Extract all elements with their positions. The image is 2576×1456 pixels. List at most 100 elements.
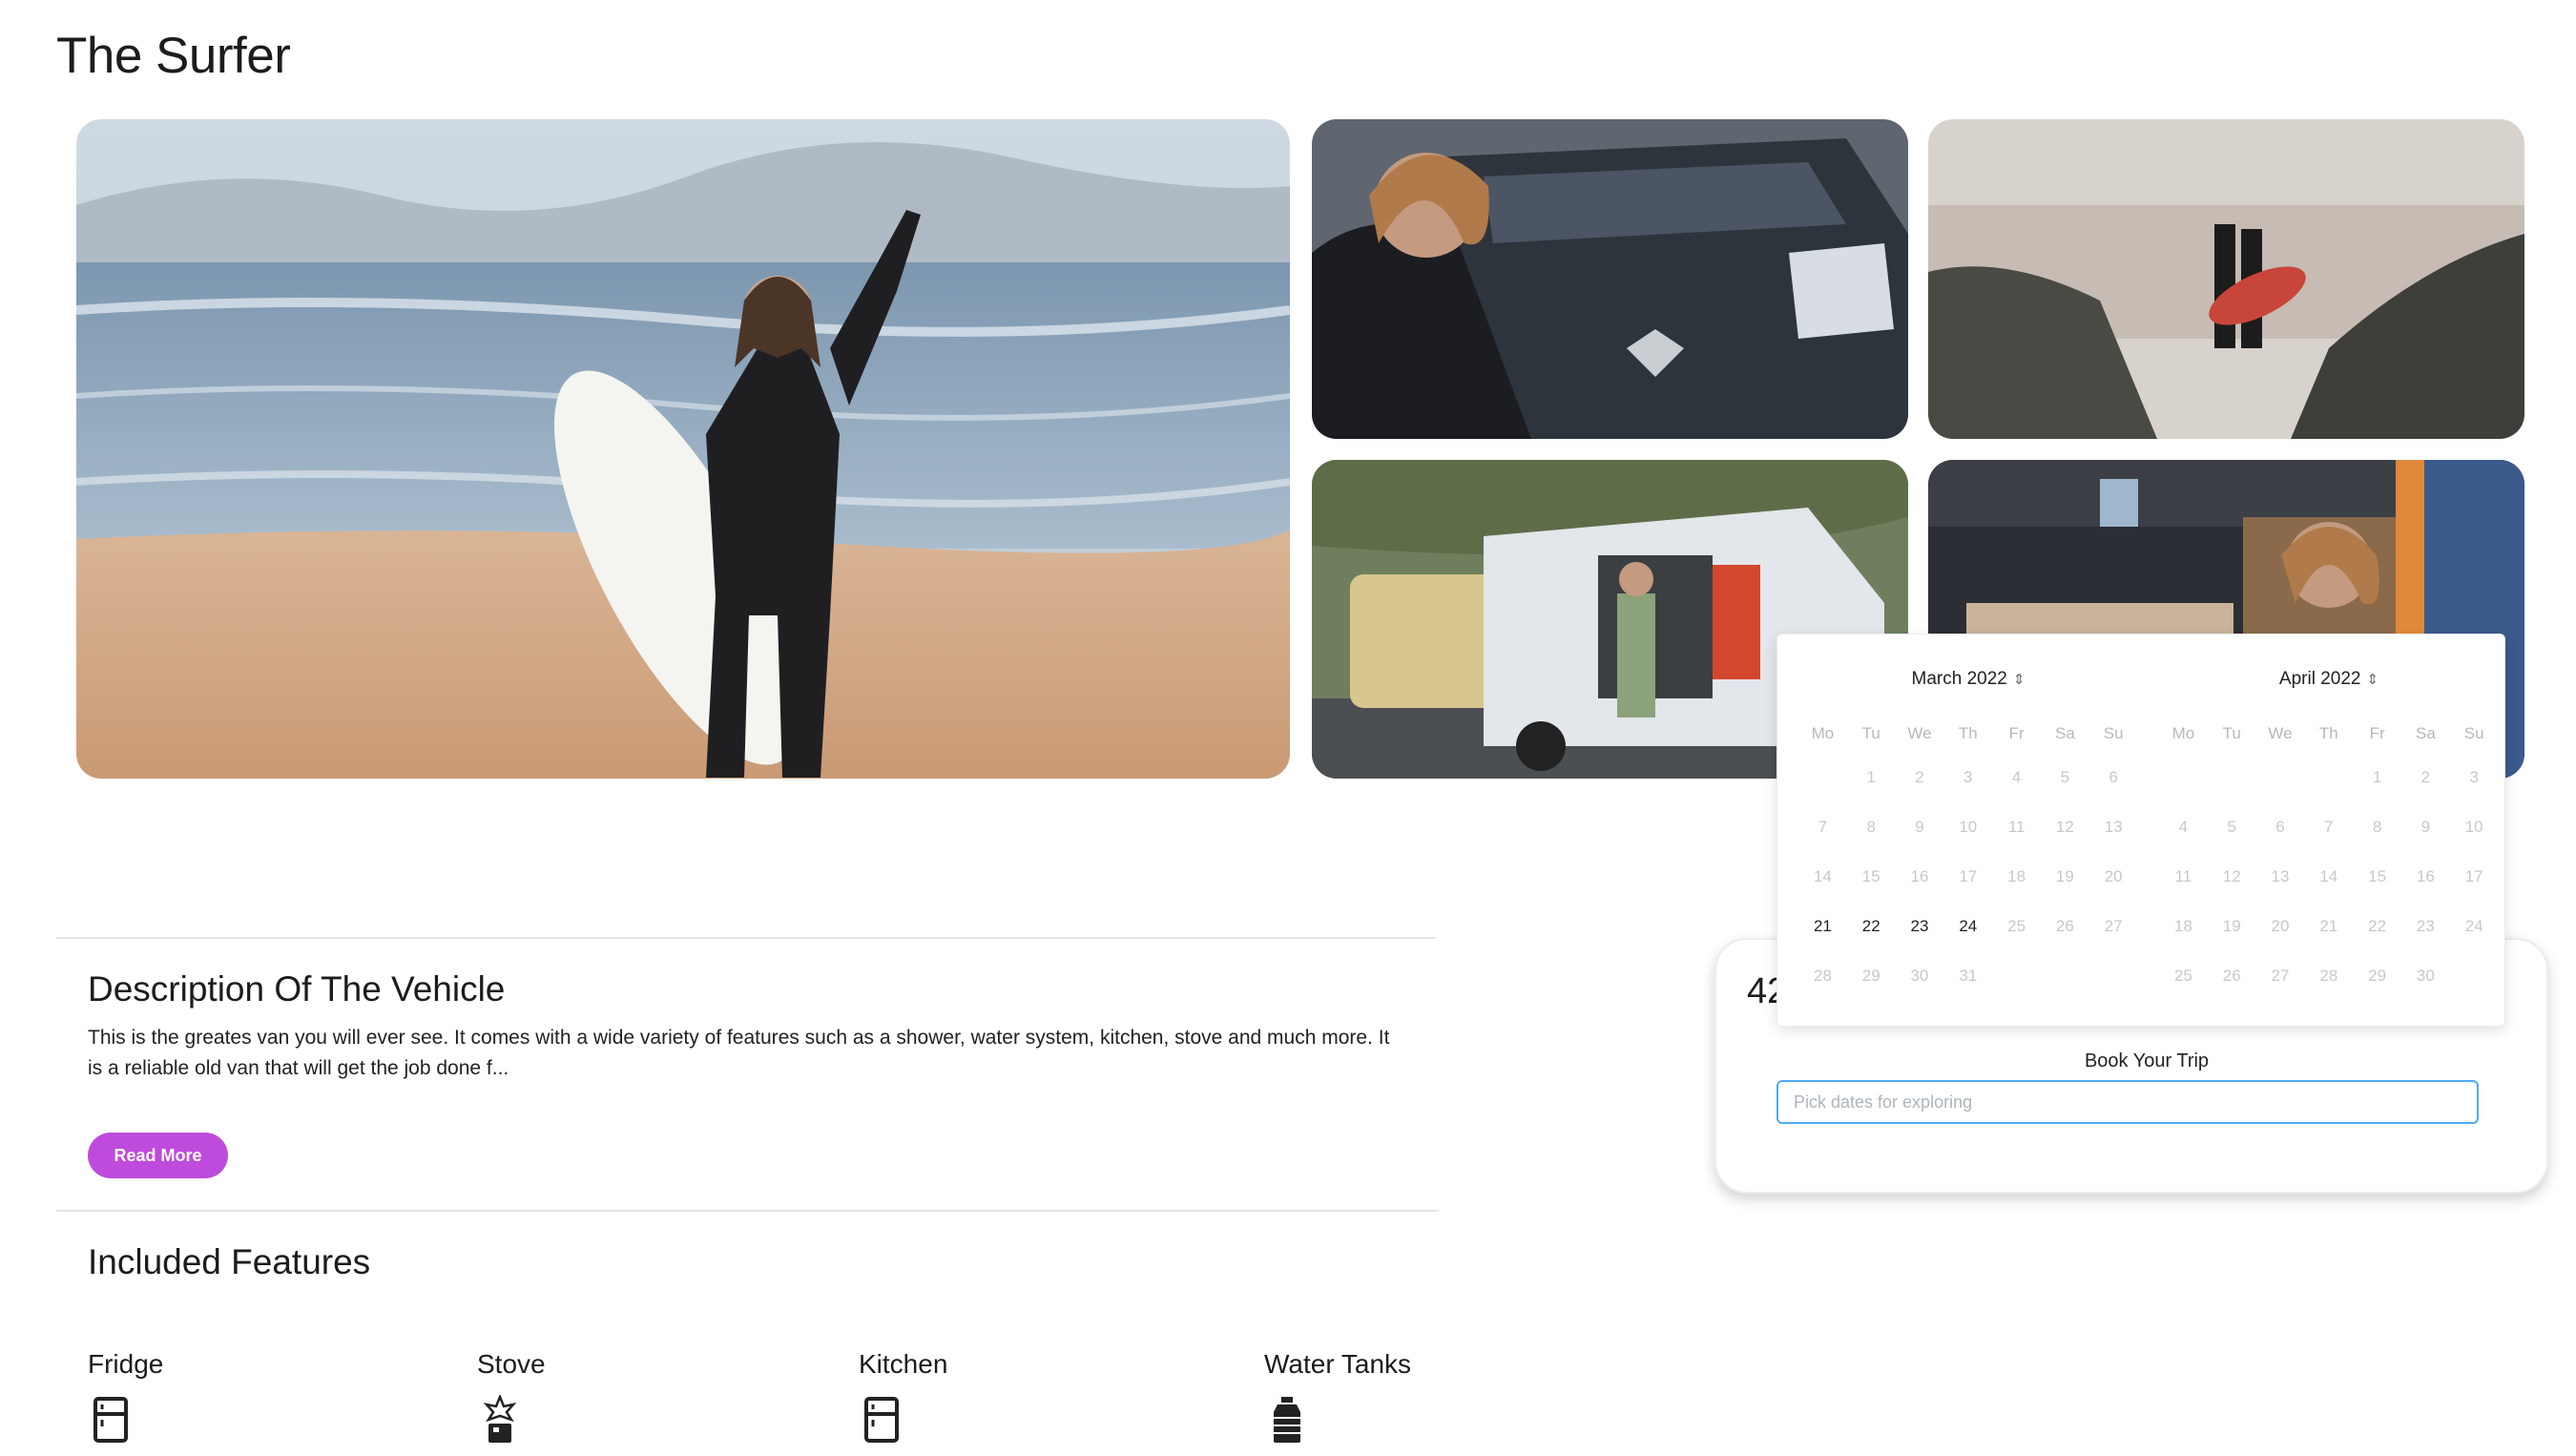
weekday-header-row: Mo Tu We Th Fr Sa Su [1798, 720, 2138, 764]
calendar-empty-cell [2089, 963, 2138, 1012]
calendar-day: 3 [1963, 768, 1973, 786]
surfer-beach-photo[interactable] [76, 119, 1290, 779]
calendar-empty-cell [1798, 764, 1847, 814]
calendar-day: 26 [2222, 967, 2241, 985]
calendar-day: 8 [2372, 818, 2382, 836]
calendar-day: 11 [2174, 867, 2192, 885]
calendar-empty-cell [2159, 764, 2208, 814]
chevron-updown-icon: ⇕ [2012, 672, 2025, 688]
calendar-day: 7 [2324, 818, 2334, 836]
calendar-day: 16 [1910, 867, 1929, 885]
weekday-label: Th [2318, 724, 2338, 742]
calendar-day: 5 [2060, 768, 2070, 786]
calendar-day: 23 [2416, 917, 2435, 935]
calendar-empty-cell [2256, 764, 2305, 814]
calendar-day[interactable]: 22 [1847, 913, 1896, 963]
calendar-day: 5 [2227, 818, 2236, 836]
calendar-day: 6 [2109, 768, 2118, 786]
calendar-day: 18 [2007, 867, 2026, 885]
month-selector[interactable]: April 2022 ⇕ [2159, 669, 2499, 690]
calendar-day[interactable]: 21 [1798, 913, 1847, 963]
weekday-label: Sa [2054, 724, 2075, 742]
calendar-day: 24 [2464, 917, 2483, 935]
calendar-day[interactable]: 23 [1896, 913, 1944, 963]
calendar-day: 29 [1861, 967, 1880, 985]
calendar-day: 2 [1915, 768, 1924, 786]
description-text: This is the greates van you will ever se… [88, 1027, 1390, 1079]
calendar-day: 28 [1813, 967, 1832, 985]
weekday-label: Fr [2008, 724, 2025, 742]
calendar-day: 7 [1818, 818, 1828, 836]
feature-kitchen: Kitchen [859, 1349, 948, 1443]
month-label: March 2022 [1911, 669, 2007, 689]
calendar-empty-cell [2450, 963, 2499, 1012]
calendar-grid: Mo Tu We Th Fr Sa Su 1 2 3 4 5 6 7 8 9 10 11 12 13 14 15 16 17 1… [2159, 720, 2499, 1012]
calendar-week-row: 4 5 6 7 8 9 10 [2159, 814, 2499, 863]
calendar-day: 13 [2271, 867, 2290, 885]
calendar-day: 22 [2368, 917, 2387, 935]
surfer-van-photo[interactable] [1312, 119, 1908, 439]
feature-water-tanks: Water Tanks [1264, 1349, 1412, 1443]
calendar-grid: Mo Tu We Th Fr Sa Su 1 2 3 4 5 6 7 8 9 10 11 12 13 14 15 16 17 1… [1798, 720, 2138, 1012]
calendar-day: 21 [2319, 917, 2338, 935]
section-divider [56, 937, 1436, 939]
calendar-day: 6 [2275, 818, 2285, 836]
calendar-day: 19 [2055, 867, 2074, 885]
calendar-empty-cell [2304, 764, 2353, 814]
read-more-button[interactable]: Read More [88, 1133, 228, 1178]
calendar-week-row: 21 22 23 24 25 26 27 [1798, 913, 2138, 963]
chevron-updown-icon: ⇕ [2366, 672, 2379, 688]
date-range-input[interactable] [1776, 1080, 2479, 1124]
calendar-day: 20 [2104, 867, 2123, 885]
book-trip-label: Book Your Trip [2084, 1050, 2210, 1071]
calendar-day: 12 [2222, 867, 2241, 885]
calendar-day: 14 [2319, 867, 2338, 885]
calendar-day: 30 [1910, 967, 1929, 985]
feature-label: Water Tanks [1264, 1349, 1412, 1379]
weekday-label: Tu [1861, 724, 1880, 742]
calendar-day: 4 [2178, 818, 2189, 836]
weekday-label: Sa [2415, 724, 2436, 742]
calendar-empty-cell [2041, 963, 2089, 1012]
weekday-label: Tu [2222, 724, 2241, 742]
calendar-day: 8 [1866, 818, 1876, 836]
calendar-day: 30 [2416, 967, 2435, 985]
stove-icon [477, 1393, 523, 1445]
calendar-day: 17 [2464, 867, 2483, 885]
calendar-day: 16 [2416, 867, 2435, 885]
calendar-day: 11 [2007, 818, 2025, 836]
description-heading: Description Of The Vehicle [88, 969, 506, 1009]
calendar-day: 25 [2007, 917, 2026, 935]
features-heading: Included Features [88, 1242, 371, 1281]
calendar-week-row: 25 26 27 28 29 30 [2159, 963, 2499, 1012]
calendar-day: 17 [1959, 867, 1978, 885]
date-picker-dropdown: March 2022 ⇕ Mo Tu We Th Fr Sa Su 1 2 3 4 5 6 7 8 9 10 11 1… [1776, 634, 2505, 1027]
calendar-day: 19 [2222, 917, 2241, 935]
calendar-day: 9 [1915, 818, 1924, 836]
weekday-label: Su [2463, 724, 2484, 742]
calendar-day: 27 [2104, 917, 2123, 935]
kitchen-icon [859, 1395, 904, 1445]
calendar-day: 25 [2173, 967, 2192, 985]
calendar-day: 31 [1959, 967, 1978, 985]
calendar-day: 20 [2271, 917, 2290, 935]
page-title: The Surfer [56, 28, 291, 84]
calendar-day: 28 [2319, 967, 2338, 985]
weekday-label: We [2268, 724, 2293, 742]
calendar-week-row: 18 19 20 21 22 23 24 [2159, 913, 2499, 963]
calendar-day: 2 [2420, 768, 2431, 786]
calendar-week-row: 1 2 3 [2159, 764, 2499, 814]
calendar-day: 10 [1959, 818, 1978, 836]
calendar-day[interactable]: 24 [1943, 913, 1992, 963]
calendar-day: 12 [2055, 818, 2074, 836]
calendar-day: 10 [2464, 818, 2483, 836]
month-selector[interactable]: March 2022 ⇕ [1798, 669, 2138, 690]
month-label: April 2022 [2278, 669, 2361, 689]
weekday-label: Mo [2171, 724, 2195, 742]
feature-label: Kitchen [859, 1349, 948, 1379]
weekday-label: Fr [2369, 724, 2385, 742]
surfers-rocks-photo[interactable] [1928, 119, 2524, 439]
calendar-week-row: 7 8 9 10 11 12 13 [1798, 814, 2138, 863]
calendar-empty-cell [1992, 963, 2041, 1012]
calendar-day: 1 [2372, 768, 2382, 786]
